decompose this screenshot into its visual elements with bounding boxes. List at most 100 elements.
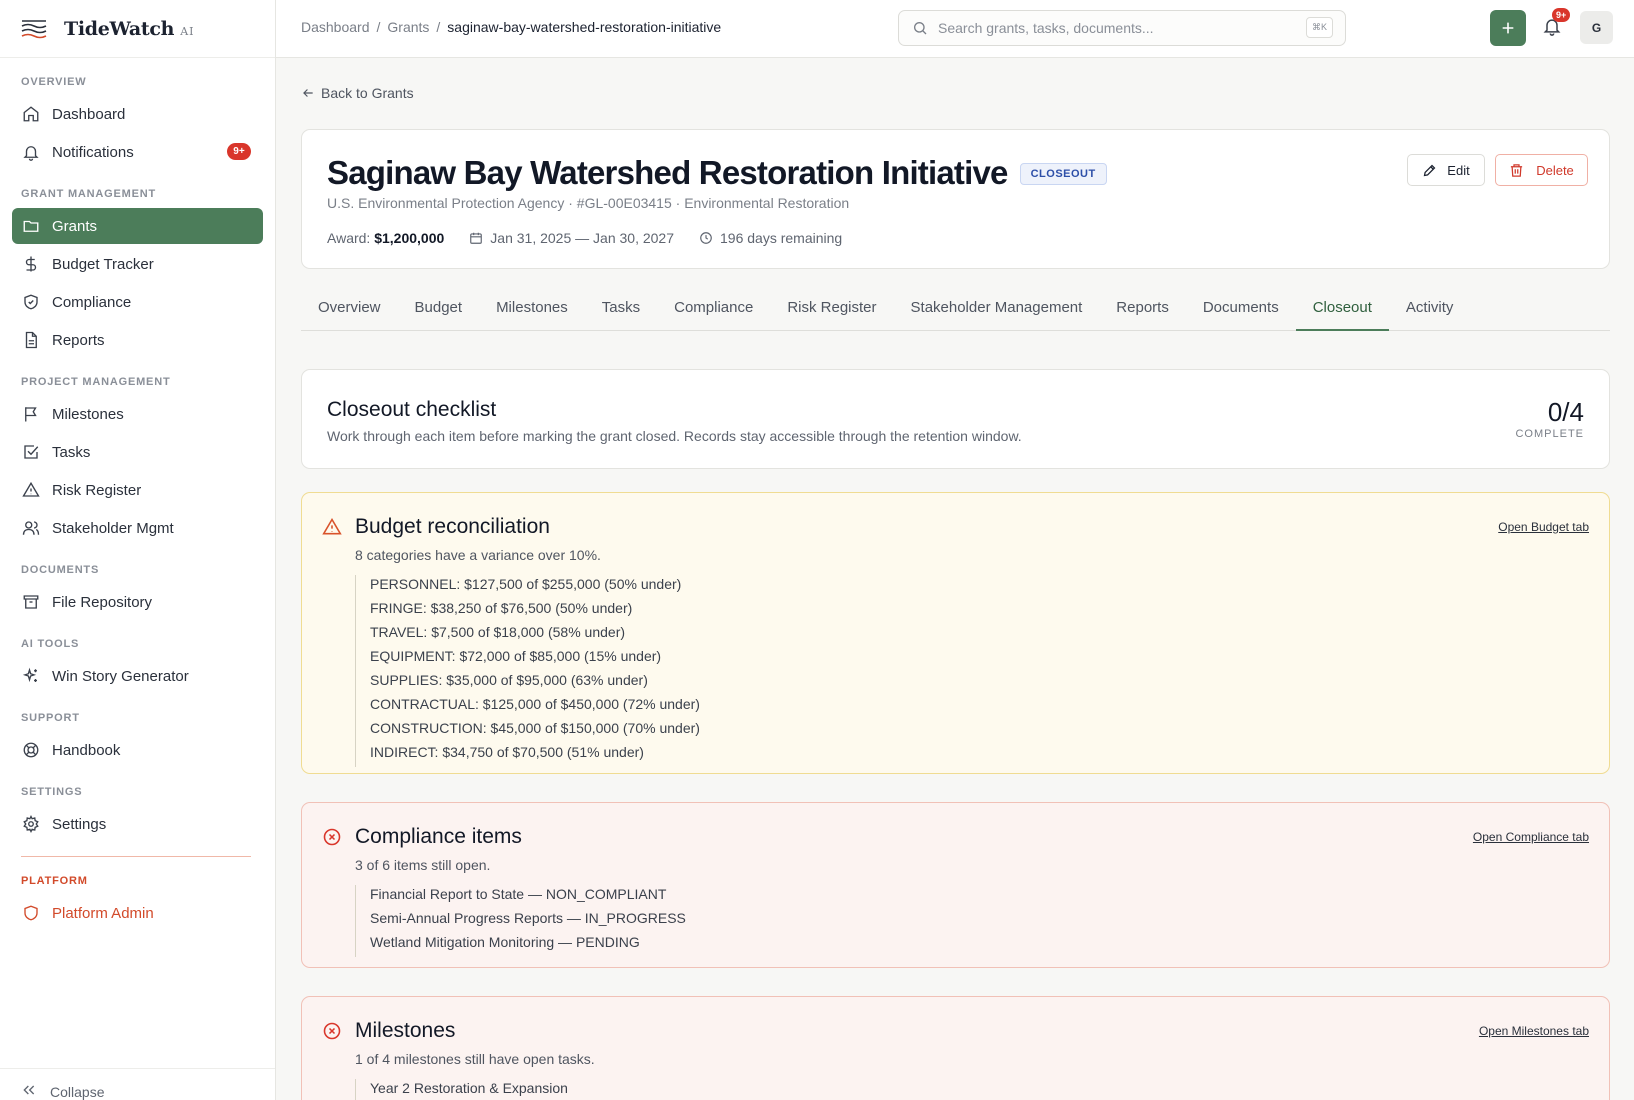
tab-documents[interactable]: Documents — [1186, 294, 1296, 331]
section-settings: SETTINGS — [21, 786, 83, 798]
notifications-button[interactable]: 9+ — [1542, 8, 1571, 36]
tab-closeout[interactable]: Closeout — [1295, 294, 1389, 331]
back-label: Back to Grants — [321, 85, 414, 101]
sidebar-item-dashboard[interactable]: Dashboard — [12, 96, 263, 132]
sidebar-item-label: Notifications — [52, 143, 134, 161]
status-badge: CLOSEOUT — [1019, 163, 1107, 185]
award-label: Award: — [327, 230, 371, 246]
warning-icon — [21, 480, 41, 500]
sidebar-item-file-repository[interactable]: File Repository — [12, 584, 263, 620]
checklist-description: Work through each item before marking th… — [327, 428, 1022, 444]
sidebar-divider — [21, 856, 251, 857]
item-description: 3 of 6 items still open. — [355, 857, 491, 873]
open-milestones-tab-link[interactable]: Open Milestones tab — [1479, 1024, 1589, 1038]
sidebar-item-label: Dashboard — [52, 105, 126, 123]
collapse-label: Collapse — [50, 1084, 105, 1100]
section-platform: PLATFORM — [21, 875, 88, 887]
search-input[interactable]: Search grants, tasks, documents... ⌘K — [898, 10, 1346, 46]
gear-icon — [21, 814, 41, 834]
x-circle-icon — [322, 1021, 342, 1041]
avatar[interactable]: G — [1580, 11, 1613, 44]
open-budget-tab-link[interactable]: Open Budget tab — [1498, 520, 1589, 534]
section-support: SUPPORT — [21, 712, 80, 724]
section-documents: DOCUMENTS — [21, 564, 100, 576]
sidebar-item-handbook[interactable]: Handbook — [12, 732, 263, 768]
list-item: EQUIPMENT: $72,000 of $85,000 (15% under… — [370, 648, 662, 664]
sidebar-item-notifications[interactable]: Notifications 9+ — [12, 134, 263, 170]
page-title: Saginaw Bay Watershed Restoration Initia… — [327, 154, 1008, 191]
document-icon — [21, 330, 41, 350]
sidebar-item-tasks[interactable]: Tasks — [12, 434, 263, 470]
checklist-title: Closeout checklist — [327, 398, 497, 421]
section-overview: OVERVIEW — [21, 76, 87, 88]
bell-icon — [21, 142, 41, 162]
edit-label: Edit — [1447, 162, 1470, 178]
trash-icon — [1509, 163, 1524, 178]
compliance-items-card: Compliance items 3 of 6 items still open… — [301, 802, 1610, 968]
sidebar-item-label: Budget Tracker — [52, 255, 154, 273]
sidebar-item-label: File Repository — [52, 593, 153, 611]
waves-logo-icon — [21, 19, 47, 38]
brand[interactable]: TideWatch AI — [0, 0, 275, 58]
calendar-icon — [469, 231, 483, 245]
open-compliance-tab-link[interactable]: Open Compliance tab — [1473, 830, 1589, 844]
topbar: Dashboard / Grants / saginaw-bay-watersh… — [276, 0, 1634, 58]
tab-overview[interactable]: Overview — [301, 294, 398, 331]
list-item: TRAVEL: $7,500 of $18,000 (58% under) — [370, 624, 626, 640]
tab-activity[interactable]: Activity — [1389, 294, 1471, 331]
tab-compliance[interactable]: Compliance — [657, 294, 770, 331]
list-item: CONTRACTUAL: $125,000 of $450,000 (72% u… — [370, 696, 700, 712]
grant-tabs: Overview Budget Milestones Tasks Complia… — [301, 294, 1610, 331]
grant-header-card: Saginaw Bay Watershed Restoration Initia… — [301, 129, 1610, 269]
collapse-button[interactable]: Collapse — [0, 1068, 275, 1100]
back-to-grants-link[interactable]: Back to Grants — [301, 85, 414, 101]
tab-reports[interactable]: Reports — [1099, 294, 1186, 331]
sidebar-item-reports[interactable]: Reports — [12, 322, 263, 358]
breadcrumb-grants[interactable]: Grants — [387, 19, 429, 35]
sidebar-nav: OVERVIEW Dashboard Notifications 9+ GRAN… — [0, 76, 275, 931]
list-item: Wetland Mitigation Monitoring — PENDING — [370, 934, 640, 950]
brand-suffix: AI — [180, 24, 195, 38]
create-button[interactable] — [1490, 10, 1526, 46]
sidebar-item-win-story-generator[interactable]: Win Story Generator — [12, 658, 263, 694]
sidebar-item-grants[interactable]: Grants — [12, 208, 263, 244]
tab-tasks[interactable]: Tasks — [585, 294, 657, 331]
section-project-management: PROJECT MANAGEMENT — [21, 376, 171, 388]
list-item: CONSTRUCTION: $45,000 of $150,000 (70% u… — [370, 720, 700, 736]
sidebar-item-stakeholder-mgmt[interactable]: Stakeholder Mgmt — [12, 510, 263, 546]
compliance-list: Financial Report to State — NON_COMPLIAN… — [355, 885, 686, 957]
sidebar-item-label: Grants — [52, 217, 98, 235]
item-title: Compliance items — [355, 825, 522, 848]
tab-budget[interactable]: Budget — [398, 294, 480, 331]
sidebar-item-budget-tracker[interactable]: Budget Tracker — [12, 246, 263, 282]
days-remaining-text: 196 days remaining — [720, 230, 843, 246]
sidebar-item-risk-register[interactable]: Risk Register — [12, 472, 263, 508]
item-description: 1 of 4 milestones still have open tasks. — [355, 1051, 595, 1067]
sidebar-item-label: Settings — [52, 815, 107, 833]
sidebar-item-settings[interactable]: Settings — [12, 806, 263, 842]
sidebar-item-milestones[interactable]: Milestones — [12, 396, 263, 432]
tab-milestones[interactable]: Milestones — [479, 294, 585, 331]
edit-button[interactable]: Edit — [1407, 154, 1485, 186]
grant-subtitle: U.S. Environmental Protection Agency · #… — [327, 195, 850, 211]
delete-button[interactable]: Delete — [1495, 154, 1588, 186]
breadcrumb-separator: / — [376, 19, 381, 35]
shield-check-icon — [21, 292, 41, 312]
item-title: Budget reconciliation — [355, 515, 550, 538]
notifications-badge: 9+ — [227, 143, 251, 160]
sidebar-item-label: Stakeholder Mgmt — [52, 519, 174, 537]
checklist-count: 0/4 — [1547, 397, 1584, 427]
x-circle-icon — [322, 827, 342, 847]
dollar-icon — [21, 254, 41, 274]
item-title: Milestones — [355, 1019, 456, 1042]
tab-stakeholder-management[interactable]: Stakeholder Management — [894, 294, 1100, 331]
sidebar-item-platform-admin[interactable]: Platform Admin — [12, 895, 263, 931]
list-item: INDIRECT: $34,750 of $70,500 (51% under) — [370, 744, 644, 760]
milestones-list: Year 2 Restoration & Expansion — [355, 1079, 568, 1100]
closeout-checklist-card: Closeout checklist Work through each ite… — [301, 369, 1610, 469]
grant-meta: Award: $1,200,000 Jan 31, 2025 — Jan 30,… — [327, 230, 842, 246]
breadcrumb-dashboard[interactable]: Dashboard — [301, 19, 370, 35]
sidebar-item-compliance[interactable]: Compliance — [12, 284, 263, 320]
list-item: PERSONNEL: $127,500 of $255,000 (50% und… — [370, 576, 682, 592]
tab-risk-register[interactable]: Risk Register — [770, 294, 893, 331]
